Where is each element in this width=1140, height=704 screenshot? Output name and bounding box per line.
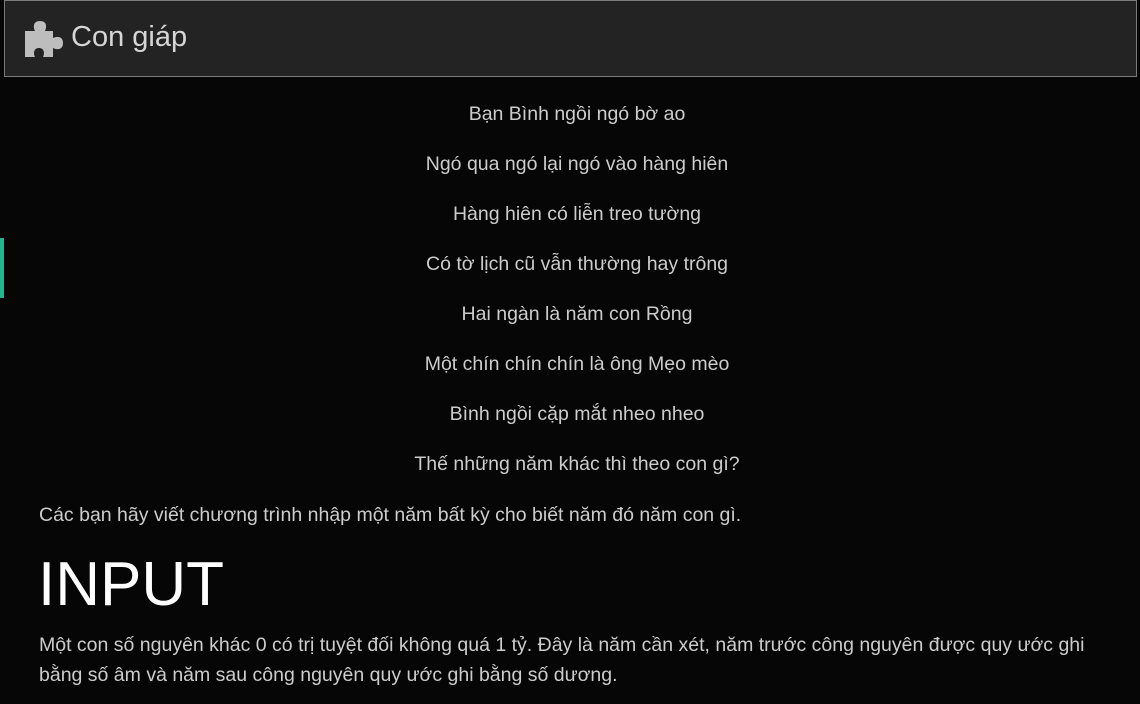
problem-prompt: Các bạn hãy viết chương trình nhập một n… [39, 504, 742, 526]
puzzle-piece-icon [21, 17, 67, 57]
poem-line: Hai ngàn là năm con Rồng [461, 303, 693, 325]
poem-line: Thế những năm khác thì theo con gì? [414, 453, 740, 475]
poem-line: Có tờ lịch cũ vẫn thường hay trông [425, 253, 729, 275]
page-header: Con giáp [4, 0, 1137, 77]
poem-line: Một chín chín chín là ông Mẹo mèo [424, 353, 730, 375]
poem-line: Hàng hiên có liễn treo tường [452, 203, 702, 225]
input-description: Một con số nguyên khác 0 có trị tuyệt đố… [39, 634, 1085, 686]
page-title: Con giáp [71, 21, 188, 53]
poem-line: Bạn Bình ngồi ngó bờ ao [468, 103, 686, 125]
poem-line: Ngó qua ngó lại ngó vào hàng hiên [425, 153, 729, 175]
input-heading: INPUT [38, 550, 224, 619]
poem-line: Bình ngồi cặp mắt nheo nheo [449, 403, 705, 425]
poem: Bạn Bình ngồi ngó bờ ao Ngó qua ngó lại … [0, 98, 1140, 498]
